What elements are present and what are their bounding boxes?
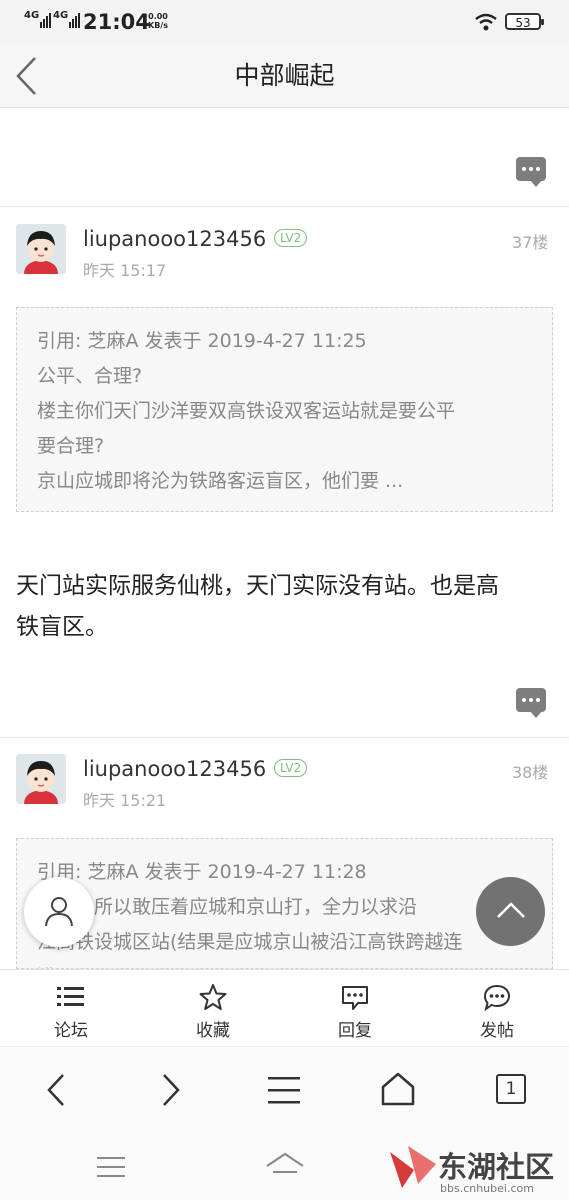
menu-icon[interactable] [268,1075,300,1105]
signal-bars-icon [40,13,51,28]
quote-line: 引用: 芝麻A 发表于 2019-4-27 11:25 [37,330,367,352]
reply-comment-icon[interactable] [516,157,546,187]
wifi-icon [475,13,497,31]
username[interactable]: liupanooo123456 [83,757,266,781]
quote-line: 进 [37,960,552,968]
level-badge: LV2 [274,759,308,777]
chevron-up-icon [497,902,525,918]
tab-reply[interactable]: 回复 [284,970,426,1047]
username[interactable]: liupanooo123456 [83,227,266,251]
quote-line: 江高铁设城区站(结果是应城京山被沿江高铁跨越连 [37,931,463,953]
battery-icon: 53 [505,13,544,30]
level-badge: LV2 [274,229,308,247]
browser-toolbar: 1 [0,1046,569,1133]
quote-line: 这次之所以敢压着应城和京山打，全力以求沿 [37,896,418,918]
post-body: 天门站实际服务仙桃，天门实际没有站。也是高 铁盲区。 [16,566,556,648]
speed-value: 0.00 [148,12,168,21]
watermark-brand: 东湖社区 [438,1150,555,1184]
quote-line: 楼主你们天门沙洋要双高铁设双客运站就是要公平 [37,400,456,422]
tab-label: 回复 [338,1021,372,1041]
avatar[interactable] [16,754,66,804]
network-label-2: 4G [53,10,69,21]
tab-new-post[interactable]: 发帖 [426,970,568,1047]
scroll-top-button[interactable] [476,877,545,946]
network-label-1: 4G [24,10,40,21]
status-bar: 4G 4G 21:04 0.00 KB/s 53 [0,0,569,44]
recent-apps-icon[interactable] [97,1156,125,1178]
speed-unit: KB/s [148,21,168,30]
post-divider [0,737,569,738]
quote-line: 要合理? [37,435,105,457]
quote-block: 引用: 芝麻A 发表于 2019-4-27 11:25 公平、合理? 楼主你们天… [16,307,553,512]
floor-number: 37楼 [512,233,549,252]
quote-line: 公平、合理? [37,365,143,387]
tab-forum[interactable]: 论坛 [0,970,142,1047]
floor-number: 38楼 [512,763,549,782]
post-bubble-icon [483,984,511,1012]
home-icon[interactable] [380,1071,416,1107]
list-icon [57,987,84,1006]
post-time: 昨天 15:17 [83,261,167,280]
avatar-face-icon [16,754,66,804]
reply-comment-icon[interactable] [516,688,546,718]
network-speed: 0.00 KB/s [143,12,173,30]
post-time: 昨天 15:21 [83,791,167,810]
page-title: 中部崛起 [234,61,335,90]
user-icon [45,897,73,927]
reply-bubble-icon [342,986,368,1010]
quote-block: 引用: 芝麻A 发表于 2019-4-27 11:28 这次之所以敢压着应城和京… [16,838,553,969]
system-nav-bar: 东湖社区 bbs.cnhubei.com [0,1132,569,1200]
browser-back-icon[interactable] [45,1073,67,1107]
user-profile-button[interactable] [24,877,94,947]
avatar[interactable] [16,224,66,274]
tabs-count-button[interactable]: 1 [496,1074,526,1104]
browser-forward-icon[interactable] [160,1073,182,1107]
bottom-tab-bar: 论坛 收藏 回复 发帖 [0,969,569,1047]
quote-line: 引用: 芝麻A 发表于 2019-4-27 11:28 [37,861,367,883]
tab-label: 发帖 [480,1021,514,1041]
quote-line: 京山应城即将沦为铁路客运盲区，他们要 ... [37,470,404,492]
tab-label: 收藏 [196,1021,230,1041]
post-divider [0,206,569,207]
avatar-face-icon [16,224,66,274]
watermark-logo [390,1146,436,1188]
post-body-line: 铁盲区。 [16,614,108,640]
star-icon [199,984,227,1010]
clock: 21:04 [83,10,150,34]
watermark-url: bbs.cnhubei.com [440,1182,534,1195]
signal-bars-icon [69,13,80,28]
post-body-line: 天门站实际服务仙桃，天门实际没有站。也是高 [16,573,499,599]
tab-favorites[interactable]: 收藏 [142,970,284,1047]
system-home-icon[interactable] [265,1152,305,1178]
tab-label: 论坛 [54,1021,88,1041]
